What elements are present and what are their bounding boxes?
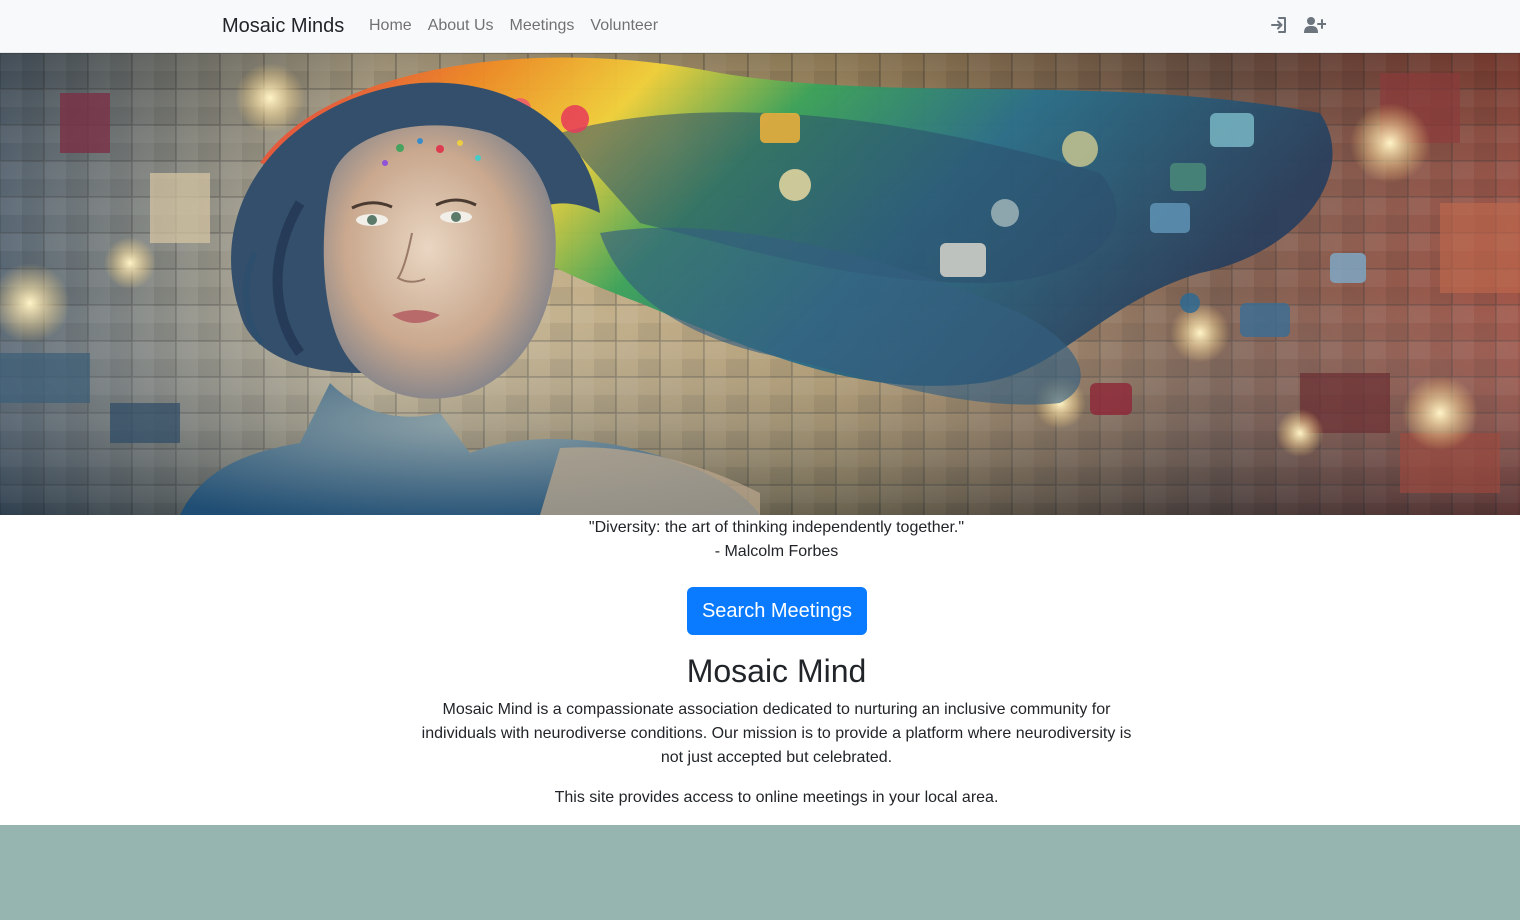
quote-text: "Diversity: the art of thinking independ… <box>588 519 965 536</box>
about-note: This site provides access to online meet… <box>554 789 999 806</box>
nav-icons <box>1268 14 1326 36</box>
nav-link-home[interactable]: Home <box>361 15 420 37</box>
nav-link-meetings[interactable]: Meetings <box>502 15 583 37</box>
nav-link-volunteer[interactable]: Volunteer <box>582 15 666 37</box>
quote-author: - Malcolm Forbes <box>714 543 839 560</box>
search-meetings-button[interactable]: Search Meetings <box>687 587 867 635</box>
mosaic-portrait-image <box>0 53 1520 515</box>
about-description: Mosaic Mind is a compassionate associati… <box>421 701 1132 766</box>
page-title: Mosaic Mind <box>686 653 867 689</box>
login-icon[interactable] <box>1268 14 1290 36</box>
nav-link-about-us[interactable]: About Us <box>420 15 502 37</box>
nav-links: Home About Us Meetings Volunteer <box>361 15 666 37</box>
footer-band <box>0 825 1520 920</box>
user-plus-icon[interactable] <box>1304 14 1326 36</box>
brand-logo-text[interactable]: Mosaic Minds <box>222 13 344 39</box>
quote-block: "Diversity: the art of thinking independ… <box>0 516 1520 564</box>
top-navbar: Mosaic Minds Home About Us Meetings Volu… <box>0 0 1520 53</box>
